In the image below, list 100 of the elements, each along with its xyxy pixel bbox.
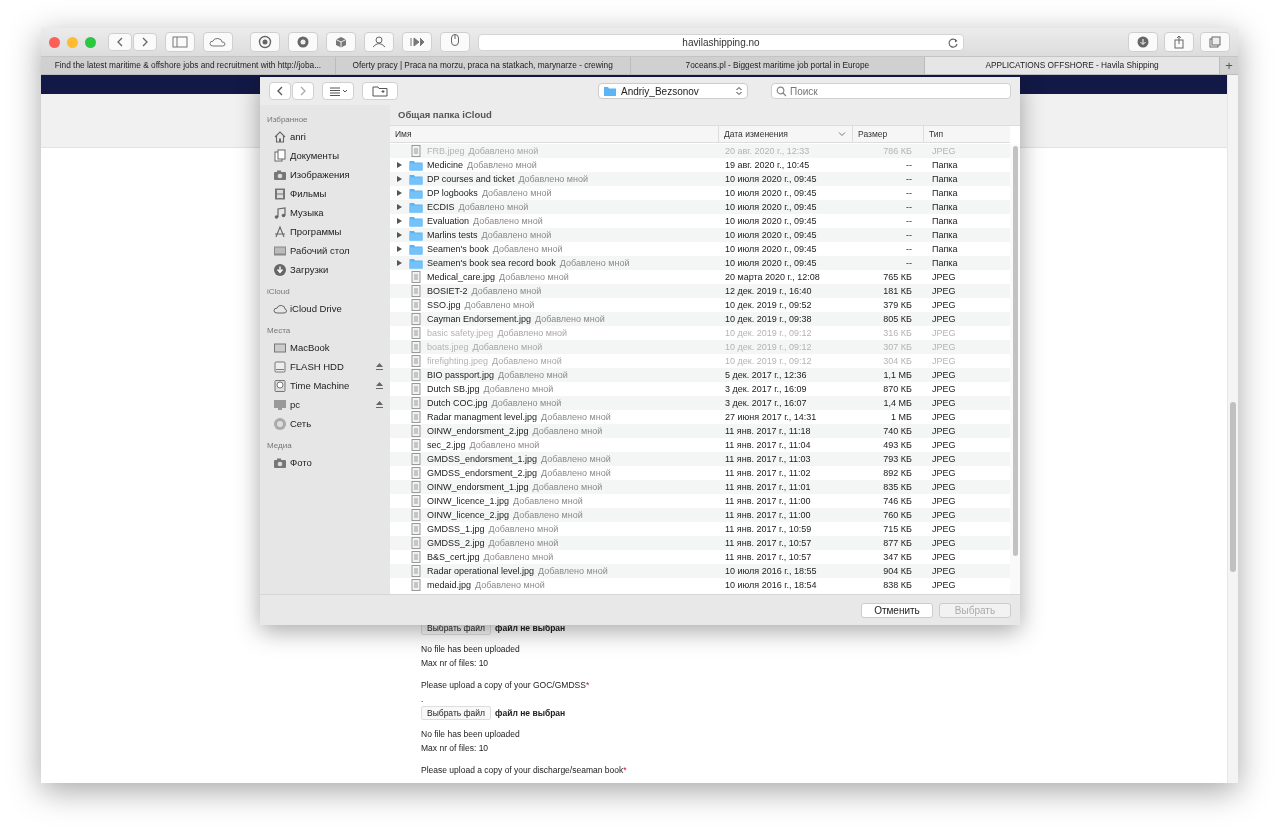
circle-icon-button[interactable]: [250, 32, 280, 52]
file-row[interactable]: DP courses and ticket Добавлено мной 10 июля 2020 г., 09:45 -- Папка: [390, 172, 1010, 186]
date-cell-text: 27 июня 2017 г., 14:31: [724, 412, 818, 422]
search-field[interactable]: Поиск: [771, 83, 1011, 99]
disclosure-triangle-icon[interactable]: [396, 231, 403, 239]
file-row[interactable]: OINW_licence_1.jpg Добавлено мной 11 янв. 2017 г., 11:00 746 КБ JPEG: [390, 494, 1010, 508]
page-scrollbar[interactable]: [1227, 75, 1238, 783]
cloud-button[interactable]: [203, 32, 233, 52]
disclosure-triangle-icon[interactable]: [396, 189, 403, 197]
disclosure-triangle-icon[interactable]: [396, 161, 403, 169]
file-row[interactable]: OINW_endorsment_2.jpg Добавлено мной 11 янв. 2017 г., 11:18 740 КБ JPEG: [390, 424, 1010, 438]
file-row[interactable]: DP logbooks Добавлено мной 10 июля 2020 г., 09:45 -- Папка: [390, 186, 1010, 200]
sidebar-item[interactable]: anri: [267, 127, 390, 146]
eject-icon[interactable]: [375, 362, 384, 371]
column-header[interactable]: Дата изменения: [718, 126, 852, 142]
size-cell-text: 892 КБ: [882, 468, 913, 478]
file-row[interactable]: OINW_licence_2.jpg Добавлено мной 11 янв. 2017 г., 11:00 760 КБ JPEG: [390, 508, 1010, 522]
choose-file-button[interactable]: Выбрать файл: [421, 706, 492, 720]
sidebar-item[interactable]: Документы: [267, 146, 390, 165]
sidebar-item[interactable]: Программы: [267, 222, 390, 241]
file-row[interactable]: Medicine Добавлено мной 19 авг. 2020 г., 10:45 -- Папка: [390, 158, 1010, 172]
sidebar-item[interactable]: Фото: [267, 453, 390, 472]
forward-icon: [142, 37, 148, 47]
download-button[interactable]: [1128, 32, 1158, 52]
file-row[interactable]: Evaluation Добавлено мной 10 июля 2020 г., 09:45 -- Папка: [390, 214, 1010, 228]
view-menu-button[interactable]: [322, 82, 354, 100]
file-row[interactable]: SSO.jpg Добавлено мной 10 дек. 2019 г., 09:52 379 КБ JPEG: [390, 298, 1010, 312]
location-menu[interactable]: Andriy_Bezsonov: [598, 83, 748, 99]
home-icon: [273, 129, 287, 144]
file-name: OINW_endorsment_1.jpg: [427, 482, 529, 492]
play-icon-button[interactable]: [402, 32, 432, 52]
date-cell-text: 10 дек. 2019 г., 09:12: [724, 356, 813, 366]
file-row[interactable]: GMDSS_endorsment_1.jpg Добавлено мной 11 янв. 2017 г., 11:03 793 КБ JPEG: [390, 452, 1010, 466]
file-row[interactable]: GMDSS_2.jpg Добавлено мной 11 янв. 2017 г., 10:57 877 КБ JPEG: [390, 536, 1010, 550]
sidebar-item[interactable]: Изображения: [267, 165, 390, 184]
file-row[interactable]: B&S_cert.jpg Добавлено мной 11 янв. 2017 г., 10:57 347 КБ JPEG: [390, 550, 1010, 564]
folder-icon: [409, 159, 423, 171]
file-row[interactable]: Marlins tests Добавлено мной 10 июля 2020 г., 09:45 -- Папка: [390, 228, 1010, 242]
file-name: firefighting.jpeg: [427, 356, 489, 366]
sidebar-item[interactable]: FLASH HDD: [267, 357, 390, 376]
list-scrollbar[interactable]: [1010, 144, 1020, 594]
new-folder-button[interactable]: [362, 82, 398, 100]
date-cell-text: 10 июля 2020 г., 09:45: [724, 174, 818, 184]
disclosure-triangle-icon[interactable]: [396, 203, 403, 211]
sidebar-item[interactable]: Сеть: [267, 414, 390, 433]
file-tag-text: Добавлено мной: [513, 510, 583, 520]
sidebar-item[interactable]: Рабочий стол: [267, 241, 390, 260]
size-cell-text: --: [905, 188, 913, 198]
column-header[interactable]: Имя: [390, 126, 718, 142]
size-cell-text: 765 КБ: [882, 272, 913, 282]
ring-icon-button[interactable]: [288, 32, 318, 52]
reload-icon[interactable]: [947, 36, 959, 49]
column-header[interactable]: Тип: [923, 126, 1008, 142]
disclosure-triangle-icon[interactable]: [396, 245, 403, 253]
file-row[interactable]: Seamen's book Добавлено мной 10 июля 2020 г., 09:45 -- Папка: [390, 242, 1010, 256]
eject-icon[interactable]: [375, 381, 384, 390]
disclosure-triangle-icon[interactable]: [396, 259, 403, 267]
file-row[interactable]: BOSIET-2 Добавлено мной 12 дек. 2019 г., 16:40 181 КБ JPEG: [390, 284, 1010, 298]
file-row[interactable]: Dutch SB.jpg Добавлено мной 3 дек. 2017 г., 16:09 870 КБ JPEG: [390, 382, 1010, 396]
sidebar-item[interactable]: MacBook: [267, 338, 390, 357]
type-cell-text: JPEG: [931, 384, 957, 394]
file-row[interactable]: GMDSS_1.jpg Добавлено мной 11 янв. 2017 г., 10:59 715 КБ JPEG: [390, 522, 1010, 536]
disclosure-triangle-icon[interactable]: [396, 217, 403, 225]
mouse-icon-button[interactable]: [440, 32, 470, 52]
film-icon: [273, 186, 287, 201]
file-row[interactable]: Cayman Endorsement.jpg Добавлено мной 10 дек. 2019 г., 09:38 805 КБ JPEG: [390, 312, 1010, 326]
column-header[interactable]: Размер: [852, 126, 923, 142]
eject-icon[interactable]: [375, 400, 384, 409]
sidebar-item[interactable]: Музыка: [267, 203, 390, 222]
sidebar-item[interactable]: Загрузки: [267, 260, 390, 279]
file-row[interactable]: Dutch COC.jpg Добавлено мной 3 дек. 2017 г., 16:07 1,4 МБ JPEG: [390, 396, 1010, 410]
type-cell-text: JPEG: [931, 538, 957, 548]
file-row[interactable]: Radar managment level.jpg Добавлено мной 27 июня 2017 г., 14:31 1 МБ JPEG: [390, 410, 1010, 424]
file-tag-text: Добавлено мной: [483, 384, 554, 394]
file-row[interactable]: ECDIS Добавлено мной 10 июля 2020 г., 09:45 -- Папка: [390, 200, 1010, 214]
file-row[interactable]: BIO passport.jpg Добавлено мной 5 дек. 2017 г., 12:36 1,1 МБ JPEG: [390, 368, 1010, 382]
file-row[interactable]: medaid.jpg Добавлено мной 10 июля 2016 г., 18:54 838 КБ JPEG: [390, 578, 1010, 592]
cube-icon-button[interactable]: [326, 32, 356, 52]
sidebar-item[interactable]: Фильмы: [267, 184, 390, 203]
dialog-button[interactable]: Отменить: [861, 602, 933, 618]
new-tab-button[interactable]: +: [1220, 57, 1238, 74]
back-button[interactable]: [269, 82, 291, 100]
sidebar-item[interactable]: iCloud Drive: [267, 299, 390, 318]
date-cell-text: 10 июля 2020 г., 09:45: [724, 230, 818, 240]
disclosure-triangle-icon[interactable]: [396, 175, 403, 183]
path-header: Общая папка iCloud: [390, 105, 1020, 126]
file-row[interactable]: Seamen's book sea record book Добавлено мной 10 июля 2020 г., 09:45 -- Папка: [390, 256, 1010, 270]
file-row[interactable]: GMDSS_endorsment_2.jpg Добавлено мной 11 янв. 2017 г., 11:02 892 КБ JPEG: [390, 466, 1010, 480]
tabs-button[interactable]: [1200, 32, 1230, 52]
person-icon-button[interactable]: [364, 32, 394, 52]
file-row[interactable]: Radar operational level.jpg Добавлено мной 10 июля 2016 г., 18:55 904 КБ JPEG: [390, 564, 1010, 578]
browser-tab[interactable]: APPLICATIONS OFFSHORE - Havila Shipping: [925, 57, 1220, 74]
file-row[interactable]: Medical_care.jpg Добавлено мной 20 марта 2020 г., 12:08 765 КБ JPEG: [390, 270, 1010, 284]
file-row[interactable]: OINW_endorsment_1.jpg Добавлено мной 11 янв. 2017 г., 11:01 835 КБ JPEG: [390, 480, 1010, 494]
address-bar[interactable]: havilashipping.no: [478, 33, 964, 51]
file-row[interactable]: sec_2.jpg Добавлено мной 11 янв. 2017 г., 11:04 493 КБ JPEG: [390, 438, 1010, 452]
sidebar-item[interactable]: pc: [267, 395, 390, 414]
type-cell-text: Папка: [931, 202, 959, 212]
window-control-icon[interactable]: [49, 36, 60, 48]
sidebar-item[interactable]: Time Machine: [267, 376, 390, 395]
